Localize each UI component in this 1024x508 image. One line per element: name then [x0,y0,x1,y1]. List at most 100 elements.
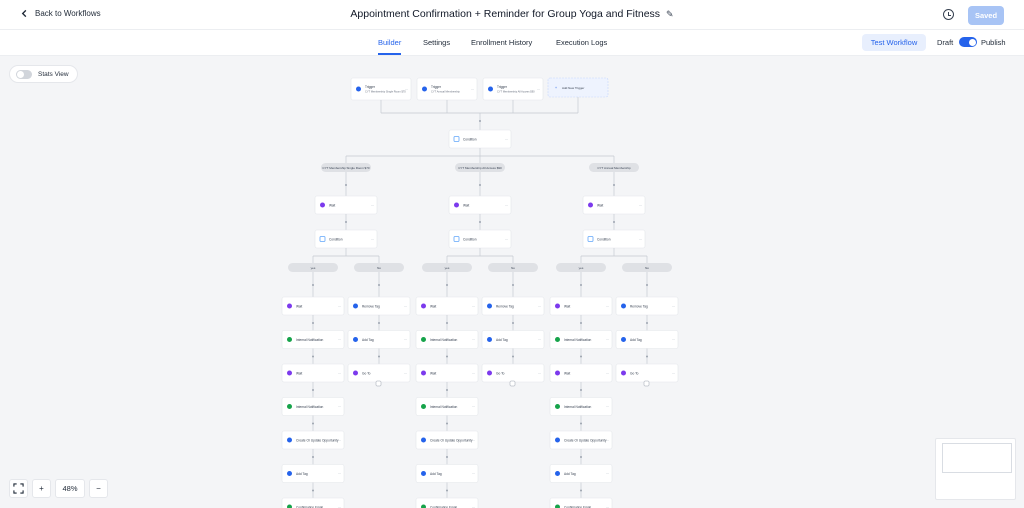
zoom-in-button[interactable]: + [32,479,51,498]
node-menu-icon[interactable]: ⋯ [606,438,609,442]
node-menu-icon[interactable]: ⋯ [472,405,475,409]
trigger-node[interactable]: TriggerCYT Annual Membership ⋯ [416,77,478,101]
yes-step-node[interactable]: Internal Notification ⋯ [281,397,345,416]
node-menu-icon[interactable]: ⋯ [472,472,475,476]
tab-enrollment-history[interactable]: Enrollment History [471,38,532,47]
node-menu-icon[interactable]: ⋯ [338,304,341,308]
node-menu-icon[interactable]: ⋯ [404,371,407,375]
top-condition-node[interactable]: Condition ⋯ [448,129,512,149]
node-menu-icon[interactable]: ⋯ [606,338,609,342]
yes-step-node[interactable]: Confirmation Email ⋯ [415,497,479,508]
node-menu-icon[interactable]: ⋯ [538,304,541,308]
node-menu-icon[interactable]: ⋯ [471,87,474,91]
yes-step-node[interactable]: Internal Notification ⋯ [415,330,479,349]
branch-pill[interactable]: CYT Membership All Access $90 [455,163,505,172]
no-step-node[interactable]: Remove Tag ⋯ [615,296,679,316]
publish-toggle[interactable] [959,37,977,47]
node-menu-icon[interactable]: ⋯ [672,371,675,375]
yes-step-node[interactable]: Internal Notification ⋯ [549,330,613,349]
no-step-node[interactable]: Add Tag ⋯ [481,330,545,349]
yes-step-node[interactable]: Internal Notification ⋯ [281,330,345,349]
node-menu-icon[interactable]: ⋯ [505,137,508,141]
minimap[interactable] [935,438,1016,500]
branch-wait-node[interactable]: Wait ⋯ [314,195,378,215]
history-clock-icon[interactable] [943,9,954,20]
yes-step-node[interactable]: Create Or Update Opportunity ⋯ [415,430,479,450]
no-step-node[interactable]: Go To ⋯ [347,363,411,383]
tab-settings[interactable]: Settings [423,38,450,47]
yes-step-node[interactable]: Add Tag ⋯ [281,464,345,483]
workflow-canvas[interactable]: TriggerCYT Membership Single Room $70⋯Tr… [0,0,1024,508]
trigger-node[interactable]: TriggerCYT Membership All Access $90⋯ [482,77,544,101]
yes-step-node[interactable]: Create Or Update Opportunity ⋯ [281,430,345,450]
branch-condition-node[interactable]: Condition ⋯ [448,229,512,249]
branch-wait-node[interactable]: Wait ⋯ [448,195,512,215]
node-menu-icon[interactable]: ⋯ [538,371,541,375]
yes-branch-pill[interactable]: yes [422,263,472,272]
add-new-trigger-button[interactable]: + Add New Trigger [547,77,609,98]
no-branch-pill[interactable]: No [354,263,404,272]
test-workflow-button[interactable]: Test Workflow [862,34,926,51]
node-menu-icon[interactable]: ⋯ [505,203,508,207]
branch-pill[interactable]: CYT Membership Single Room $70 [321,163,371,172]
yes-step-node[interactable]: Add Tag ⋯ [549,464,613,483]
node-menu-icon[interactable]: ⋯ [606,405,609,409]
no-branch-pill[interactable]: No [488,263,538,272]
workflow-title[interactable]: Appointment Confirmation + Reminder for … [0,8,1024,20]
yes-branch-pill[interactable]: yes [556,263,606,272]
yes-step-node[interactable]: Wait ⋯ [281,363,345,383]
yes-step-node[interactable]: Wait ⋯ [549,296,613,316]
node-menu-icon[interactable]: ⋯ [404,304,407,308]
branch-condition-node[interactable]: Condition ⋯ [582,229,646,249]
no-step-node[interactable]: Add Tag ⋯ [615,330,679,349]
minimap-viewport[interactable] [942,443,1012,473]
node-menu-icon[interactable]: ⋯ [672,338,675,342]
node-menu-icon[interactable]: ⋯ [338,405,341,409]
pencil-icon[interactable]: ✎ [666,9,674,20]
branch-condition-node[interactable]: Condition ⋯ [314,229,378,249]
yes-step-node[interactable]: Confirmation Email ⋯ [281,497,345,508]
fit-view-button[interactable] [9,479,28,498]
tab-builder[interactable]: Builder [378,38,402,55]
yes-branch-pill[interactable]: yes [288,263,338,272]
node-menu-icon[interactable]: ⋯ [606,304,609,308]
no-step-node[interactable]: Go To ⋯ [481,363,545,383]
node-menu-icon[interactable]: ⋯ [371,203,374,207]
yes-step-node[interactable]: Internal Notification ⋯ [415,397,479,416]
node-menu-icon[interactable]: ⋯ [338,371,341,375]
yes-step-node[interactable]: Wait ⋯ [415,296,479,316]
node-menu-icon[interactable]: ⋯ [472,338,475,342]
yes-step-node[interactable]: Wait ⋯ [549,363,613,383]
saved-button[interactable]: Saved [968,6,1004,25]
stats-view-toggle[interactable]: Stats View [9,65,78,83]
node-menu-icon[interactable]: ⋯ [472,438,475,442]
no-step-node[interactable]: Remove Tag ⋯ [347,296,411,316]
stats-switch[interactable] [16,69,32,79]
node-menu-icon[interactable]: ⋯ [639,203,642,207]
node-menu-icon[interactable]: ⋯ [537,87,540,91]
trigger-node[interactable]: TriggerCYT Membership Single Room $70⋯ [350,77,412,101]
node-menu-icon[interactable]: ⋯ [639,237,642,241]
node-menu-icon[interactable]: ⋯ [672,304,675,308]
zoom-out-button[interactable]: − [89,479,108,498]
node-menu-icon[interactable]: ⋯ [606,472,609,476]
branch-pill[interactable]: CYT Annual Membership [589,163,639,172]
no-step-node[interactable]: Remove Tag ⋯ [481,296,545,316]
node-menu-icon[interactable]: ⋯ [338,472,341,476]
yes-step-node[interactable]: Confirmation Email ⋯ [549,497,613,508]
yes-step-node[interactable]: Create Or Update Opportunity ⋯ [549,430,613,450]
node-menu-icon[interactable]: ⋯ [538,338,541,342]
node-menu-icon[interactable]: ⋯ [472,371,475,375]
no-branch-pill[interactable]: No [622,263,672,272]
node-menu-icon[interactable]: ⋯ [404,338,407,342]
node-menu-icon[interactable]: ⋯ [606,371,609,375]
yes-step-node[interactable]: Wait ⋯ [281,296,345,316]
no-step-node[interactable]: Add Tag ⋯ [347,330,411,349]
node-menu-icon[interactable]: ⋯ [505,237,508,241]
yes-step-node[interactable]: Add Tag ⋯ [415,464,479,483]
yes-step-node[interactable]: Internal Notification ⋯ [549,397,613,416]
node-menu-icon[interactable]: ⋯ [472,304,475,308]
tab-execution-logs[interactable]: Execution Logs [556,38,607,47]
yes-step-node[interactable]: Wait ⋯ [415,363,479,383]
node-menu-icon[interactable]: ⋯ [338,338,341,342]
